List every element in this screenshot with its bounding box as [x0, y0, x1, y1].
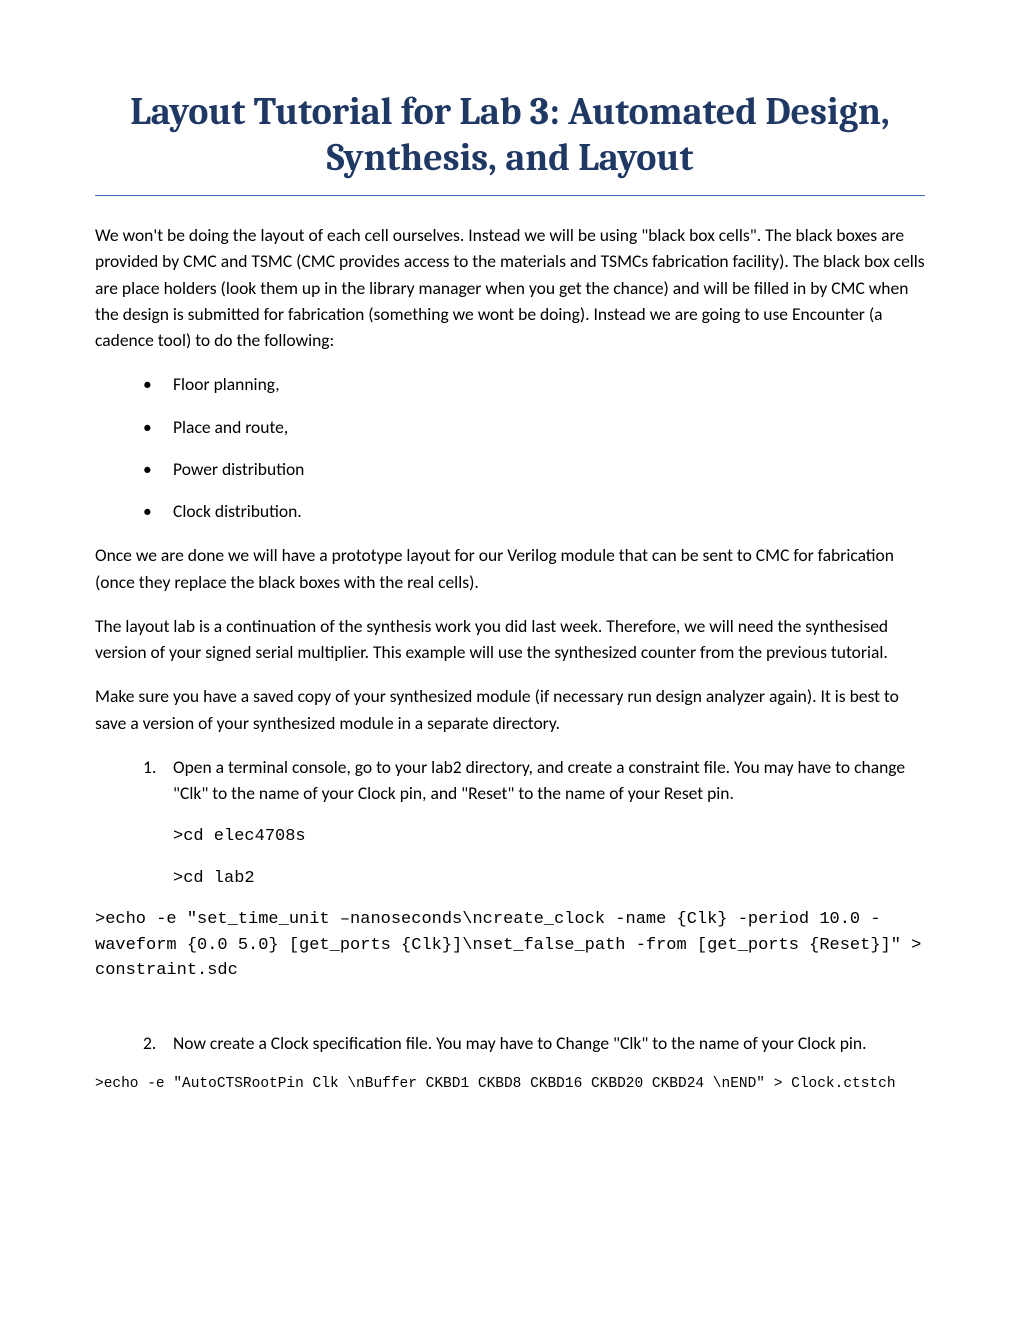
- code-line: >echo -e "AutoCTSRootPin Clk \nBuffer CK…: [95, 1074, 925, 1096]
- bullet-list: Floor planning, Place and route, Power d…: [95, 371, 925, 524]
- code-block: >echo -e "set_time_unit –nanoseconds\ncr…: [95, 907, 925, 984]
- body-paragraph: Make sure you have a saved copy of your …: [95, 683, 925, 736]
- body-paragraph: The layout lab is a continuation of the …: [95, 613, 925, 666]
- step-item: Open a terminal console, go to your lab2…: [95, 754, 925, 807]
- step-item: Now create a Clock specification file. Y…: [95, 1030, 925, 1056]
- step-list: Open a terminal console, go to your lab2…: [95, 754, 925, 807]
- step-list: Now create a Clock specification file. Y…: [95, 1030, 925, 1056]
- body-paragraph: Once we are done we will have a prototyp…: [95, 542, 925, 595]
- list-item: Place and route,: [95, 414, 925, 440]
- code-line: >cd lab2: [95, 866, 925, 892]
- page-title: Layout Tutorial for Lab 3: Automated Des…: [95, 90, 925, 196]
- step-text: Open a terminal console, go to your lab2…: [173, 756, 905, 804]
- list-item: Floor planning,: [95, 371, 925, 397]
- list-item: Power distribution: [95, 456, 925, 482]
- intro-paragraph: We won't be doing the layout of each cel…: [95, 222, 925, 353]
- list-item: Clock distribution.: [95, 498, 925, 524]
- step-text: Now create a Clock specification file. Y…: [173, 1032, 867, 1054]
- code-line: >cd elec4708s: [95, 824, 925, 850]
